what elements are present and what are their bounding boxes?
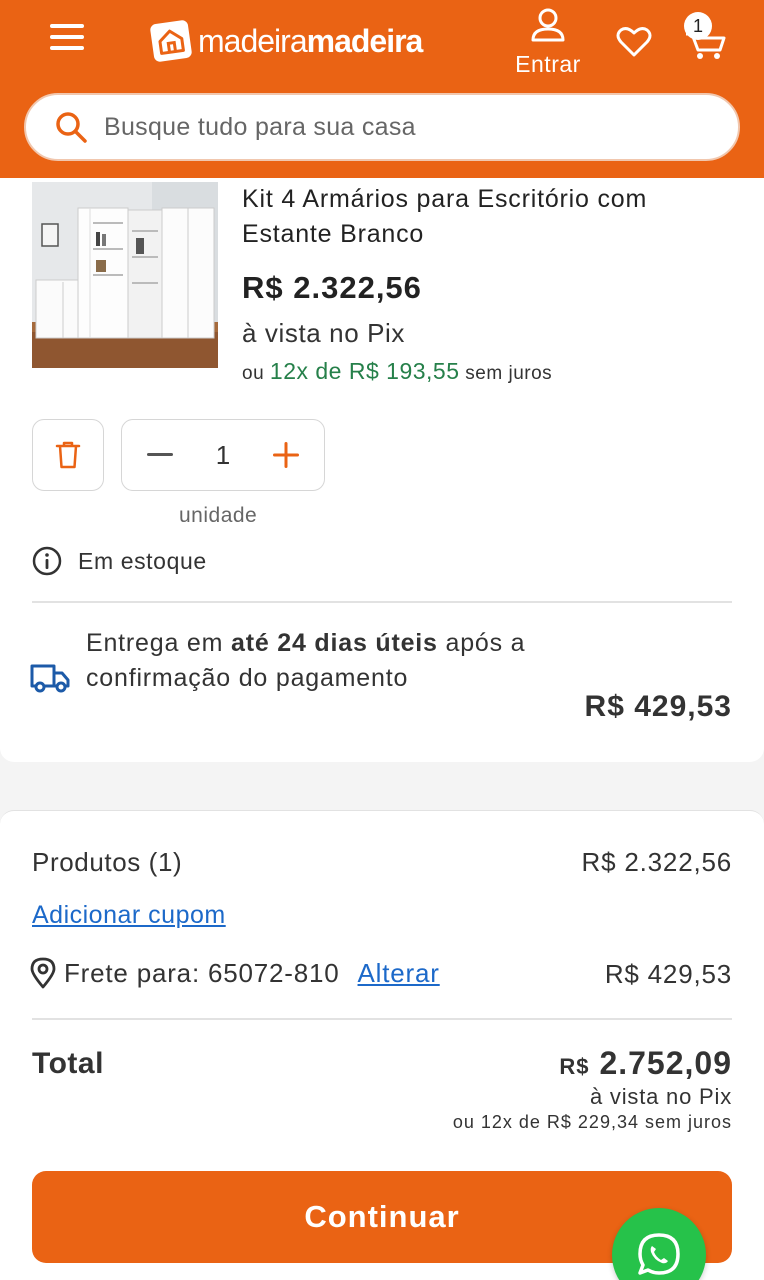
product-price: R$ 2.322,56 (242, 270, 422, 305)
menu-button[interactable] (50, 24, 84, 58)
divider (32, 1018, 732, 1020)
product-pix-label: à vista no Pix (242, 318, 406, 348)
products-count-label: Produtos (1) (32, 847, 183, 877)
remove-item-button[interactable] (32, 419, 104, 491)
shipping-label: Frete para: 65072-810 (64, 957, 340, 988)
add-coupon-link[interactable]: Adicionar cupom (32, 901, 226, 930)
total-pix-label: à vista no Pix (589, 1084, 732, 1109)
search-icon (56, 112, 87, 143)
minus-icon (147, 453, 173, 456)
product-name[interactable]: Kit 4 Armários para Escritório com Estan… (242, 182, 742, 252)
shipping-value: R$ 429,53 (604, 959, 732, 989)
total-currency: R$ (559, 1054, 590, 1079)
stock-label: Em estoque (78, 547, 207, 574)
truck-icon (30, 664, 70, 693)
product-image[interactable] (32, 182, 218, 368)
logo-text: madeiramadeira (198, 22, 424, 60)
total-installments: ou 12x de R$ 229,34 sem juros (452, 1112, 732, 1132)
total-label: Total (32, 1047, 104, 1080)
installment-prefix: ou (242, 363, 265, 384)
divider (32, 601, 732, 603)
delivery-price: R$ 429,53 (584, 690, 732, 723)
cart-count-badge: 1 (684, 12, 712, 40)
delivery-text-before: Entrega em (86, 629, 224, 657)
installment-value: 12x de R$ 193,55 (269, 358, 460, 384)
total-price: R$ 2.752,09 (453, 1045, 732, 1082)
quantity-value[interactable]: 1 (216, 440, 230, 471)
decrease-quantity-button[interactable] (144, 439, 176, 471)
total-value: 2.752,09 (599, 1045, 732, 1081)
menu-icon-bar (50, 46, 84, 50)
trash-icon (55, 441, 81, 469)
products-subtotal: R$ 2.322,56 (581, 847, 732, 877)
logo-icon (149, 19, 193, 63)
installment-suffix: sem juros (465, 363, 553, 384)
heart-icon (616, 27, 652, 57)
increase-quantity-button[interactable] (270, 439, 302, 471)
product-installments: ou 12x de R$ 193,55 sem juros (242, 358, 552, 385)
user-icon (531, 8, 565, 42)
delivery-text-bold: até 24 dias úteis (231, 629, 438, 657)
logo-text-bold: madeira (306, 22, 424, 59)
header: madeiramadeira Entrar 1 Busque tudo para… (0, 0, 764, 178)
logo-text-light: madeira (198, 22, 308, 59)
total-block: R$ 2.752,09 à vista no Pix ou 12x de R$ … (453, 1045, 732, 1133)
logo[interactable]: madeiramadeira (149, 19, 424, 63)
search-placeholder: Busque tudo para sua casa (104, 112, 416, 141)
stock-status: Em estoque (32, 546, 207, 576)
login-button[interactable]: Entrar (508, 8, 588, 78)
whatsapp-icon (638, 1233, 680, 1275)
login-label: Entrar (515, 51, 581, 77)
cart-item-card: Kit 4 Armários para Escritório com Estan… (0, 178, 764, 762)
quantity-unit-label: unidade (179, 504, 258, 527)
search-input[interactable]: Busque tudo para sua casa (24, 93, 740, 161)
shipping-row: Frete para: 65072-810 Alterar (30, 957, 440, 989)
location-pin-icon (30, 957, 56, 989)
quantity-stepper: 1 (121, 419, 325, 491)
info-icon (32, 546, 62, 576)
delivery-estimate: Entrega em até 24 dias úteis após a conf… (86, 626, 546, 696)
menu-icon-bar (50, 24, 84, 28)
menu-icon-bar (50, 35, 84, 39)
plus-icon (273, 442, 299, 468)
change-zipcode-link[interactable]: Alterar (358, 958, 440, 989)
favorites-button[interactable] (616, 26, 652, 63)
